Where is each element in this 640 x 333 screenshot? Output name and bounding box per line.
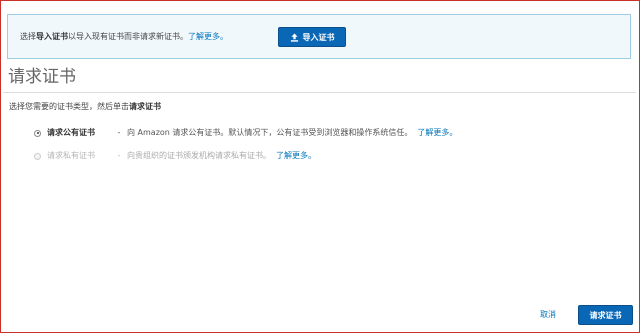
instruction-text: 选择您需要的证书类型，然后单击请求证书 [9, 101, 161, 113]
info-learn-more-link[interactable]: 了解更多。 [188, 32, 228, 41]
instruction-main: 选择您需要的证书类型，然后单击 [9, 102, 129, 111]
info-text-prefix: 选择 [20, 32, 36, 41]
import-certificate-button[interactable]: 导入证书 [278, 27, 346, 47]
option-public-learn-more-link[interactable]: 了解更多。 [417, 127, 457, 139]
info-text-suffix: 以导入现有证书而非请求新证书。 [68, 32, 188, 41]
page-title: 请求证书 [8, 67, 76, 87]
cancel-link[interactable]: 取消 [540, 309, 556, 321]
import-info-banner: 选择导入证书以导入现有证书而非请求新证书。了解更多。 导入证书 [7, 14, 631, 59]
title-divider [3, 92, 636, 93]
option-private-learn-more-link[interactable]: 了解更多。 [276, 150, 316, 162]
option-private-separator: - [117, 151, 121, 160]
instruction-bold: 请求证书 [129, 102, 161, 111]
option-public-certificate[interactable]: 请求公有证书 - 向 Amazon 请求公有证书。默认情况下，公有证书受到浏览器… [34, 127, 457, 139]
option-public-description: 向 Amazon 请求公有证书。默认情况下，公有证书受到浏览器和操作系统信任。 [127, 128, 413, 137]
option-private-certificate: 请求私有证书 - 向贵组织的证书颁发机构请求私有证书。 了解更多。 [34, 150, 316, 162]
option-private-description: 向贵组织的证书颁发机构请求私有证书。 [127, 151, 271, 160]
info-text-bold: 导入证书 [36, 32, 68, 41]
radio-private-certificate [34, 152, 41, 160]
option-public-separator: - [117, 128, 121, 137]
option-public-label[interactable]: 请求公有证书 [47, 127, 111, 139]
radio-public-certificate[interactable] [34, 129, 41, 137]
option-private-label: 请求私有证书 [47, 151, 95, 160]
request-certificate-button[interactable]: 请求证书 [578, 305, 633, 325]
import-certificate-label: 导入证书 [302, 32, 335, 42]
import-info-text: 选择导入证书以导入现有证书而非请求新证书。了解更多。 [20, 31, 228, 43]
upload-icon [290, 32, 298, 42]
